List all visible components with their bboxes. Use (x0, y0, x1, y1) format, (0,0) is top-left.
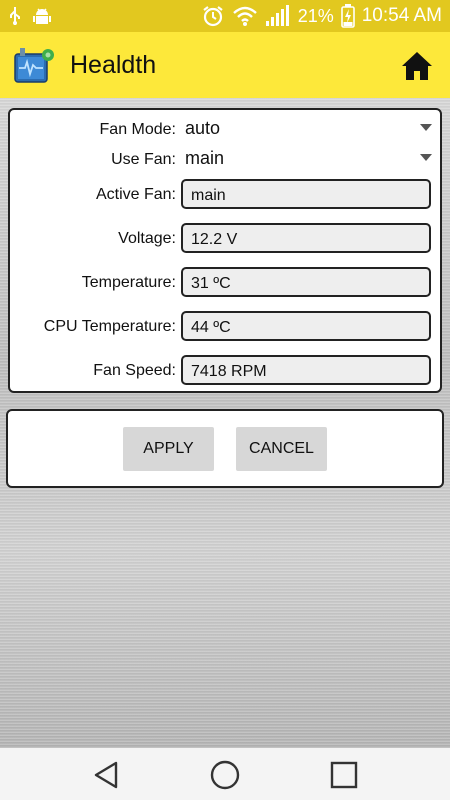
home-icon[interactable] (400, 50, 434, 82)
fan-mode-value: auto (185, 118, 221, 138)
voltage-row: Voltage: 12.2 V (10, 222, 440, 256)
use-fan-spinner[interactable]: Use Fan: main (10, 148, 440, 182)
content-area: Fan Mode: auto Use Fan: main Active Fan:… (0, 98, 450, 748)
actions-card: APPLY CANCEL (6, 409, 444, 488)
use-fan-value: main (185, 148, 225, 168)
android-debug-icon (33, 8, 51, 24)
fan-mode-spinner[interactable]: Fan Mode: auto (10, 118, 440, 152)
temperature-field[interactable]: 31 ºC (181, 267, 431, 297)
voltage-label: Voltage: (118, 230, 176, 247)
status-bar: 21% 10:54 AM (0, 0, 450, 32)
signal-icon (265, 5, 289, 26)
use-fan-label: Use Fan: (111, 151, 176, 168)
apply-button[interactable]: APPLY (123, 427, 214, 471)
cpu-temperature-row: CPU Temperature: 44 ºC (10, 310, 440, 344)
active-fan-label: Active Fan: (95, 186, 176, 203)
clock: 10:54 AM (361, 5, 442, 26)
active-fan-row: Active Fan: main (10, 178, 440, 212)
wifi-icon (232, 6, 257, 26)
app-title: Healdth (70, 51, 157, 79)
dropdown-arrow-icon (420, 124, 432, 131)
alarm-icon (203, 6, 223, 27)
back-icon[interactable] (90, 759, 122, 791)
fan-speed-field[interactable]: 7418 RPM (181, 355, 431, 385)
battery-charging-icon (340, 4, 355, 28)
navigation-bar (0, 748, 450, 800)
recents-icon[interactable] (328, 759, 360, 791)
battery-percent: 21% (297, 5, 334, 26)
app-bar: Healdth (0, 32, 450, 98)
fan-settings-card: Fan Mode: auto Use Fan: main Active Fan:… (8, 108, 442, 393)
voltage-field[interactable]: 12.2 V (181, 223, 431, 253)
fan-speed-label: Fan Speed: (93, 362, 176, 379)
cpu-temperature-field[interactable]: 44 ºC (181, 311, 431, 341)
temperature-label: Temperature: (81, 274, 176, 291)
fan-mode-label: Fan Mode: (99, 121, 176, 138)
app-logo-icon (14, 48, 54, 83)
dropdown-arrow-icon (420, 154, 432, 161)
cpu-temperature-label: CPU Temperature: (43, 318, 176, 335)
cancel-button[interactable]: CANCEL (236, 427, 327, 471)
temperature-row: Temperature: 31 ºC (10, 266, 440, 300)
fan-speed-row: Fan Speed: 7418 RPM (10, 354, 440, 388)
home-circle-icon[interactable] (209, 759, 241, 791)
active-fan-field[interactable]: main (181, 179, 431, 209)
usb-icon (10, 7, 20, 25)
